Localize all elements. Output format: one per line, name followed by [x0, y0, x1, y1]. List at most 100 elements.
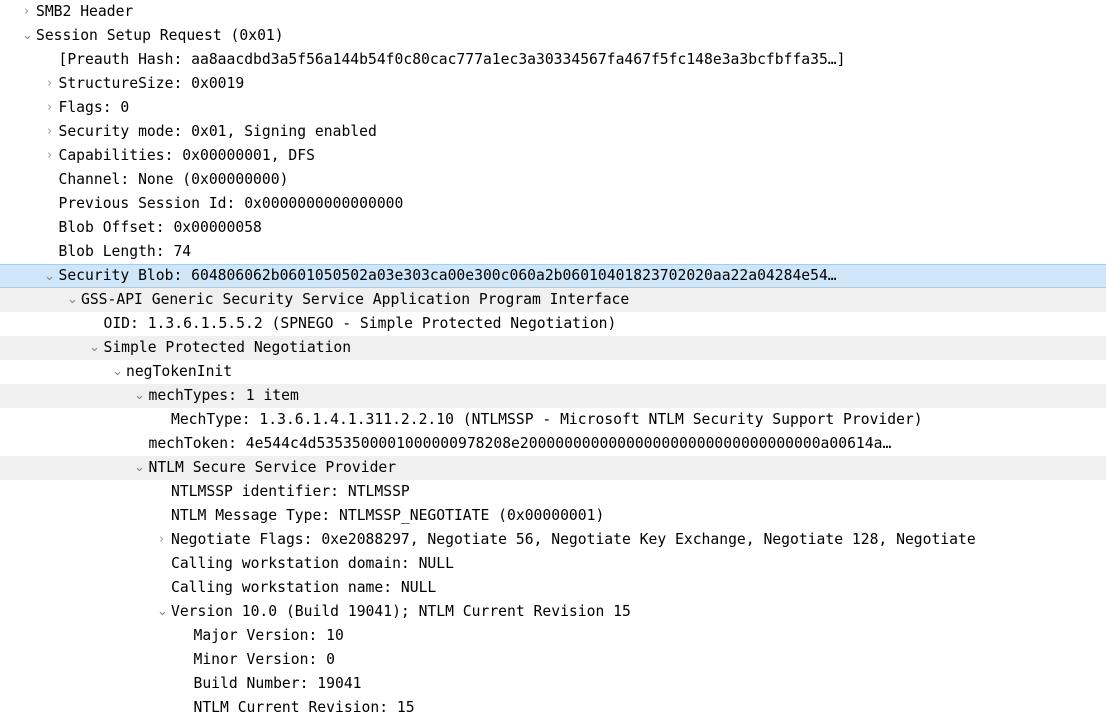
- chevron-down-icon[interactable]: ⌄: [131, 456, 149, 480]
- tree-row[interactable]: Previous Session Id: 0x0000000000000000: [0, 192, 1106, 216]
- tree-row[interactable]: ⌄ Simple Protected Negotiation: [0, 336, 1106, 360]
- tree-row[interactable]: ⌄ Security Blob: 604806062b0601050502a03e…: [0, 264, 1106, 288]
- tree-row[interactable]: MechType: 1.3.6.1.4.1.311.2.2.10 (NTLMSS…: [0, 408, 1106, 432]
- tree-row[interactable]: NTLMSSP identifier: NTLMSSP: [0, 480, 1106, 504]
- chevron-down-icon[interactable]: ⌄: [131, 384, 149, 408]
- chevron-right-icon[interactable]: ›: [153, 528, 171, 552]
- tree-row-label: negTokenInit: [126, 363, 233, 380]
- packet-details-tree[interactable]: › SMB2 Header ⌄ Session Setup Request (0x01…: [0, 0, 1106, 720]
- tree-row[interactable]: › Capabilities: 0x00000001, DFS: [0, 144, 1106, 168]
- tree-row[interactable]: mechToken: 4e544c4d535350000100000097820…: [0, 432, 1106, 456]
- tree-row[interactable]: NTLM Message Type: NTLMSSP_NEGOTIATE (0x…: [0, 504, 1106, 528]
- expander-glyph: ⌄: [133, 388, 146, 403]
- tree-row[interactable]: › Flags: 0: [0, 96, 1106, 120]
- tree-row-label: Flags: 0: [58, 99, 130, 116]
- tree-expander-placeholder: [86, 312, 104, 336]
- expander-glyph: ⌄: [21, 28, 33, 43]
- tree-row[interactable]: [Preauth Hash: aa8aacdbd3a5f56a144b54f0c…: [0, 48, 1106, 72]
- tree-row[interactable]: Calling workstation domain: NULL: [0, 552, 1106, 576]
- tree-row-label: Security Blob: 604806062b0601050502a03e3…: [58, 267, 837, 284]
- tree-row[interactable]: Major Version: 10: [0, 624, 1106, 648]
- expander-glyph: ⌄: [133, 460, 146, 475]
- tree-row-label: Minor Version: 0: [193, 651, 335, 668]
- chevron-down-icon[interactable]: ⌄: [41, 265, 59, 287]
- tree-row-label: Calling workstation domain: NULL: [171, 555, 454, 572]
- tree-row-label: Channel: None (0x00000000): [58, 171, 289, 188]
- tree-row[interactable]: › Security mode: 0x01, Signing enabled: [0, 120, 1106, 144]
- tree-expander-placeholder: [41, 240, 59, 264]
- tree-row[interactable]: ⌄ mechTypes: 1 item: [0, 384, 1106, 408]
- chevron-right-icon[interactable]: ›: [18, 0, 36, 24]
- tree-row-label: Simple Protected Negotiation: [103, 339, 352, 356]
- tree-expander-placeholder: [41, 192, 59, 216]
- expander-glyph: ›: [47, 76, 52, 91]
- tree-expander-placeholder: [176, 696, 194, 720]
- tree-row-label: Blob Offset: 0x00000058: [58, 219, 262, 236]
- chevron-right-icon[interactable]: ›: [41, 120, 59, 144]
- tree-row-label: OID: 1.3.6.1.5.5.2 (SPNEGO - Simple Prot…: [103, 315, 617, 332]
- tree-row-label: mechToken: 4e544c4d535350000100000097820…: [148, 435, 892, 452]
- expander-glyph: ⌄: [111, 364, 123, 379]
- tree-row[interactable]: › StructureSize: 0x0019: [0, 72, 1106, 96]
- tree-expander-placeholder: [176, 648, 194, 672]
- tree-row-label: GSS-API Generic Security Service Applica…: [81, 291, 630, 308]
- tree-row-label: [Preauth Hash: aa8aacdbd3a5f56a144b54f0c…: [58, 51, 846, 68]
- tree-row-label: NTLM Secure Service Provider: [148, 459, 397, 476]
- chevron-down-icon[interactable]: ⌄: [153, 600, 171, 624]
- tree-row[interactable]: Channel: None (0x00000000): [0, 168, 1106, 192]
- chevron-down-icon[interactable]: ⌄: [86, 336, 104, 360]
- chevron-down-icon[interactable]: ⌄: [18, 24, 36, 48]
- tree-row-label: Version 10.0 (Build 19041); NTLM Current…: [171, 603, 631, 620]
- tree-row[interactable]: Minor Version: 0: [0, 648, 1106, 672]
- tree-row[interactable]: ⌄ negTokenInit: [0, 360, 1106, 384]
- tree-row-label: Calling workstation name: NULL: [171, 579, 437, 596]
- tree-row[interactable]: Build Number: 19041: [0, 672, 1106, 696]
- tree-expander-placeholder: [41, 168, 59, 192]
- tree-row[interactable]: Blob Offset: 0x00000058: [0, 216, 1106, 240]
- chevron-right-icon[interactable]: ›: [41, 144, 59, 168]
- tree-row[interactable]: Blob Length: 74: [0, 240, 1106, 264]
- tree-row-label: Major Version: 10: [193, 627, 344, 644]
- expander-glyph: ›: [47, 100, 52, 115]
- tree-row-label: NTLM Message Type: NTLMSSP_NEGOTIATE (0x…: [171, 507, 605, 524]
- expander-glyph: ›: [159, 532, 165, 547]
- chevron-right-icon[interactable]: ›: [41, 96, 59, 120]
- tree-row[interactable]: OID: 1.3.6.1.5.5.2 (SPNEGO - Simple Prot…: [0, 312, 1106, 336]
- chevron-right-icon[interactable]: ›: [41, 72, 59, 96]
- tree-row[interactable]: ⌄ Version 10.0 (Build 19041); NTLM Curren…: [0, 600, 1106, 624]
- tree-row[interactable]: Calling workstation name: NULL: [0, 576, 1106, 600]
- tree-row[interactable]: NTLM Current Revision: 15: [0, 696, 1106, 720]
- expander-glyph: ⌄: [88, 340, 101, 355]
- tree-row[interactable]: › SMB2 Header: [0, 0, 1106, 24]
- chevron-down-icon[interactable]: ⌄: [63, 288, 81, 312]
- tree-expander-placeholder: [176, 672, 194, 696]
- tree-row[interactable]: › Negotiate Flags: 0xe2088297, Negotiate …: [0, 528, 1106, 552]
- tree-expander-placeholder: [41, 48, 59, 72]
- chevron-down-icon[interactable]: ⌄: [108, 360, 126, 384]
- tree-row[interactable]: ⌄ Session Setup Request (0x01): [0, 24, 1106, 48]
- tree-row[interactable]: ⌄ NTLM Secure Service Provider: [0, 456, 1106, 480]
- tree-row[interactable]: ⌄ GSS-API Generic Security Service Applic…: [0, 288, 1106, 312]
- tree-row-label: Capabilities: 0x00000001, DFS: [58, 147, 315, 164]
